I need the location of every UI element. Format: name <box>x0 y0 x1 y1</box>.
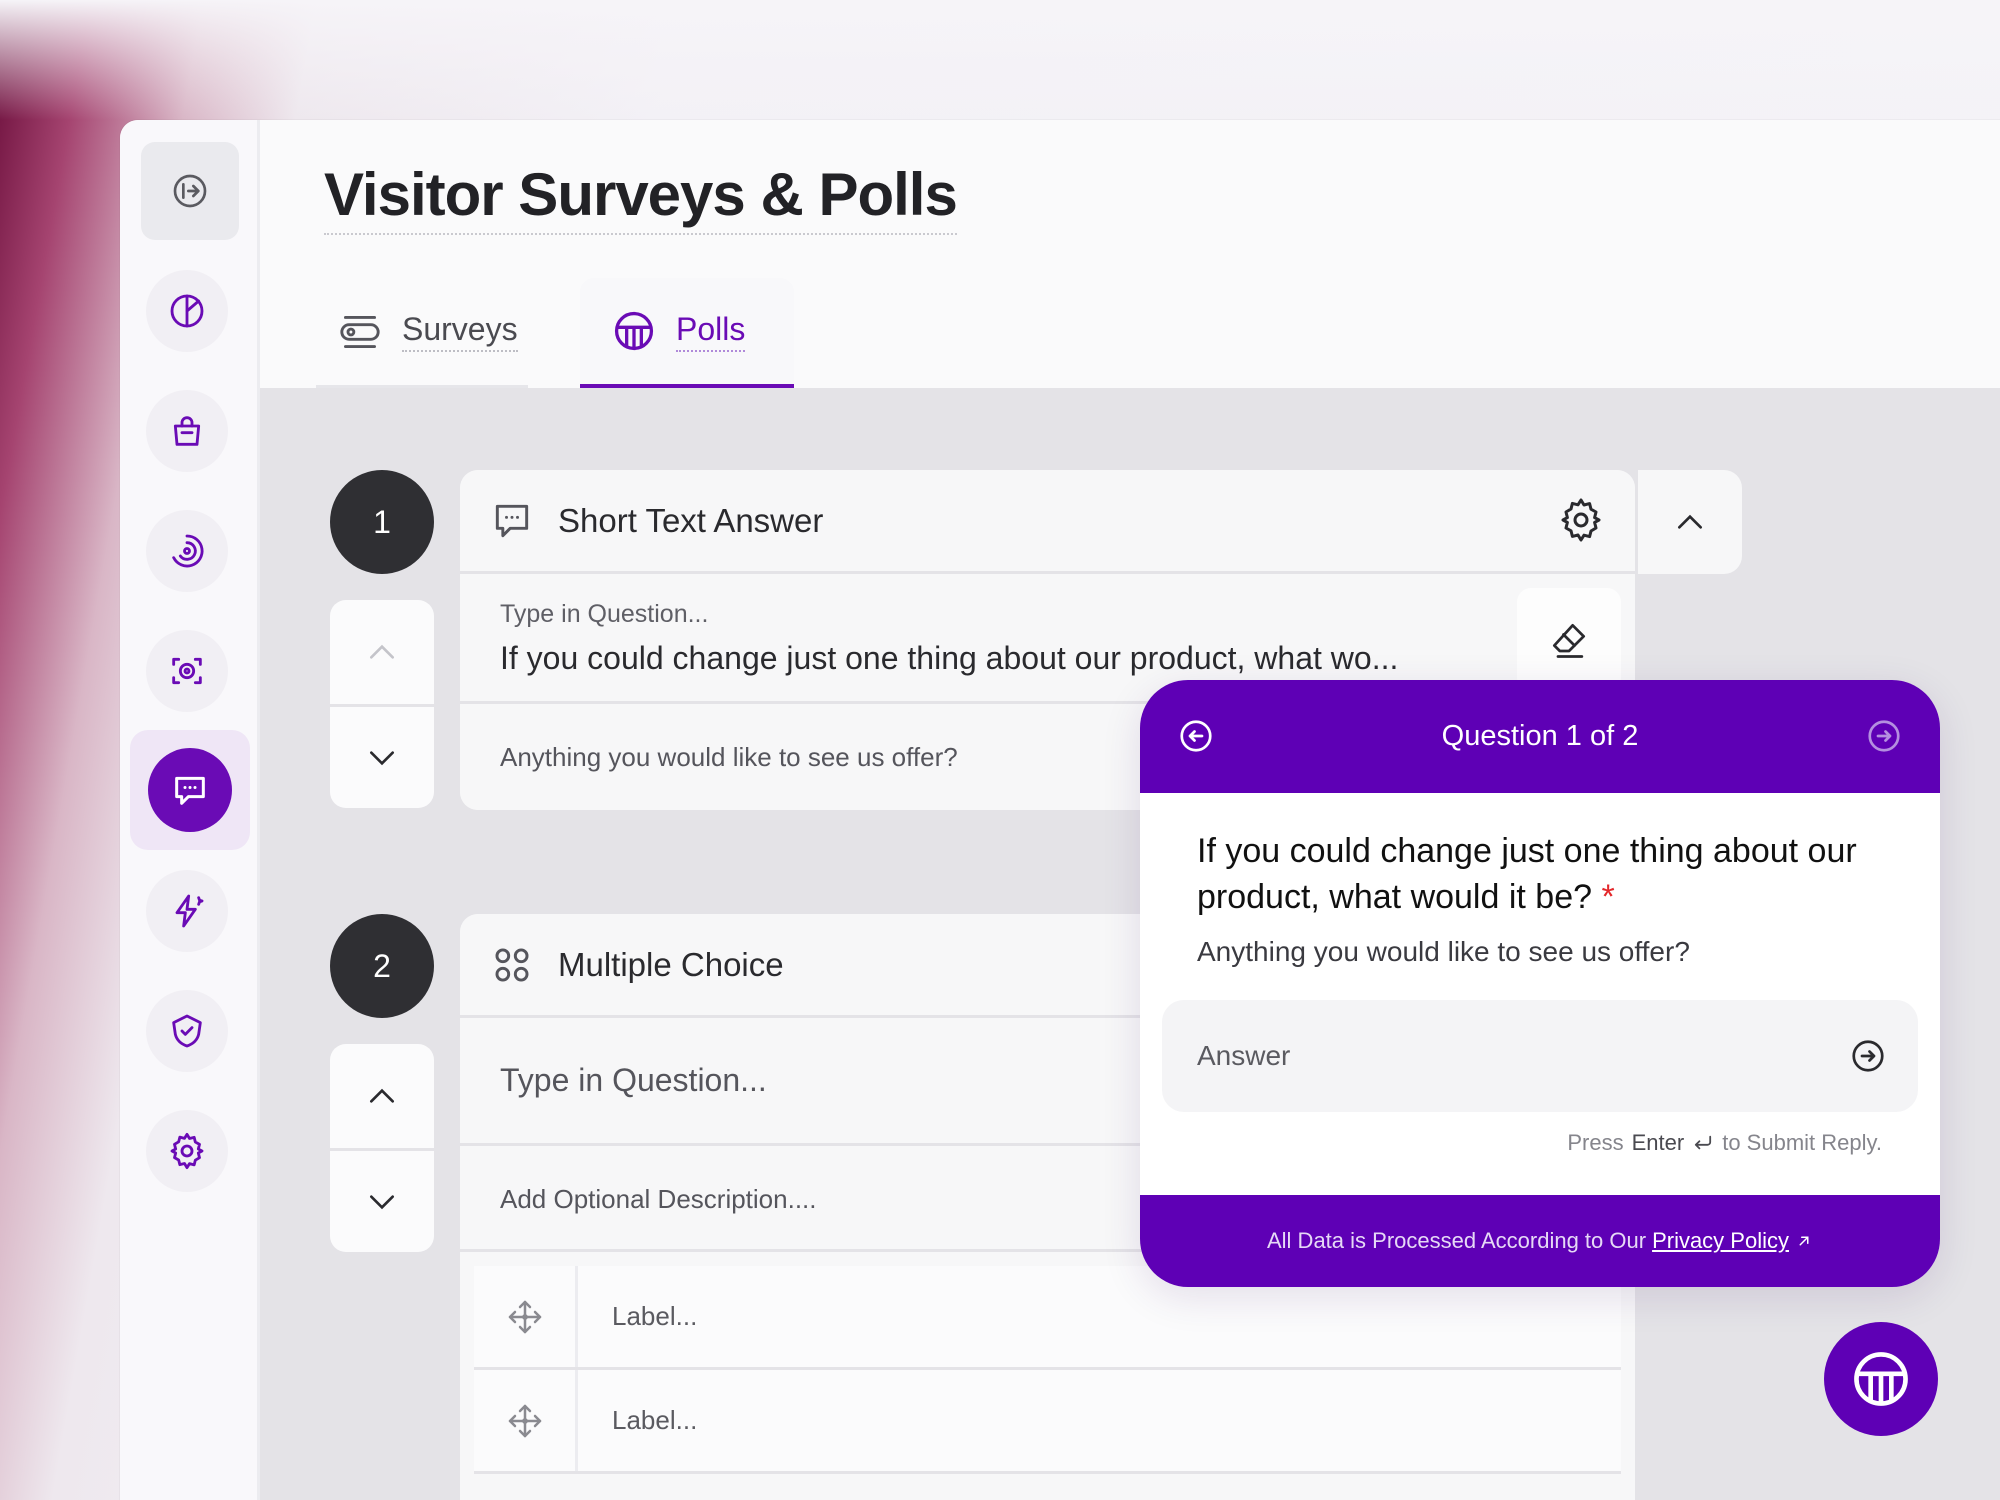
footer-text: All Data is Processed According to Our <box>1267 1228 1647 1253</box>
description-text: Anything you would like to see us offer? <box>500 742 958 772</box>
collapse-question-button[interactable] <box>1638 470 1742 574</box>
question-type-label: Short Text Answer <box>558 501 824 539</box>
submit-hint: Press Enter to Submit Reply. <box>1567 1130 1882 1156</box>
sidebar <box>120 120 260 1500</box>
preview-description: Anything you would like to see us offer? <box>1197 936 1690 967</box>
preview-question-text: If you could change just one thing about… <box>1197 832 1857 916</box>
move-down-button[interactable] <box>330 1148 434 1252</box>
question-placeholder: Type in Question... <box>500 1062 767 1098</box>
background-top <box>0 0 2000 120</box>
shopping-bag-icon <box>173 416 201 446</box>
pie-chart-icon <box>170 294 204 328</box>
tab-surveys[interactable]: Surveys <box>316 278 528 388</box>
shield-check-icon <box>172 1014 202 1048</box>
privacy-policy-link[interactable]: Privacy Policy <box>1652 1228 1789 1254</box>
external-link-icon <box>1799 1236 1809 1246</box>
required-marker: * <box>1601 878 1615 916</box>
radar-icon <box>172 534 204 568</box>
move-up-button[interactable] <box>330 600 434 704</box>
sidebar-item-security[interactable] <box>146 990 228 1072</box>
question-number-badge: 2 <box>330 914 434 1018</box>
description-placeholder: Add Optional Description.... <box>500 1184 817 1214</box>
move-arrows-icon <box>508 1300 541 1333</box>
sidebar-item-settings[interactable] <box>146 1110 228 1192</box>
submit-answer-button[interactable] <box>1850 1038 1886 1081</box>
chat-bubble-icon <box>495 504 529 537</box>
question-number-badge: 1 <box>330 470 434 574</box>
chevron-up-icon <box>1678 514 1702 529</box>
move-down-button[interactable] <box>330 704 434 808</box>
chevron-up-icon <box>370 1088 394 1103</box>
logout-icon <box>173 174 207 208</box>
toggle-icon <box>340 315 380 348</box>
page-title: Visitor Surveys & Polls <box>324 160 958 235</box>
next-question-button[interactable] <box>1866 718 1902 762</box>
tab-polls-label: Polls <box>676 311 746 352</box>
drag-handle[interactable] <box>474 1266 578 1367</box>
gear-icon <box>170 1132 204 1170</box>
arrow-left-circle-icon <box>1180 720 1212 752</box>
arrow-right-circle-icon <box>1868 720 1900 752</box>
chevron-down-icon <box>370 750 394 765</box>
gear-icon <box>1561 498 1601 542</box>
clear-question-button[interactable] <box>1517 588 1621 692</box>
poll-icon <box>1854 1352 1908 1406</box>
poll-icon <box>614 311 654 351</box>
tab-surveys-label: Surveys <box>402 311 518 352</box>
option-label: Label... <box>612 1405 698 1435</box>
sidebar-item-tracking[interactable] <box>146 510 228 592</box>
eraser-icon <box>1552 623 1586 658</box>
enter-key-icon <box>1695 1135 1712 1150</box>
question-type-label: Multiple Choice <box>558 945 784 983</box>
move-up-button[interactable] <box>330 1044 434 1148</box>
question-progress: Question 1 of 2 <box>1441 720 1639 752</box>
question-reorder-control <box>330 1044 434 1252</box>
question-text: If you could change just one thing about… <box>500 640 1399 676</box>
poll-launcher-button[interactable] <box>1824 1322 1938 1436</box>
preview-question: If you could change just one thing about… <box>1197 828 1877 920</box>
question-reorder-control <box>330 600 434 808</box>
sidebar-item-automation[interactable] <box>146 870 228 952</box>
previous-question-button[interactable] <box>1178 718 1214 762</box>
poll-preview-widget: Question 1 of 2 If you could change just… <box>1140 680 1940 1287</box>
focus-eye-icon <box>172 657 202 685</box>
preview-header: Question 1 of 2 <box>1140 680 1940 793</box>
hint-post: to Submit Reply. <box>1722 1130 1882 1155</box>
chat-bubble-icon <box>175 776 205 805</box>
option-row[interactable]: Label... <box>474 1370 1621 1474</box>
answer-input[interactable]: Answer <box>1162 1000 1918 1112</box>
chevron-down-icon <box>370 1194 394 1209</box>
sidebar-item-recordings[interactable] <box>146 630 228 712</box>
hint-pre: Press <box>1567 1130 1624 1155</box>
question-settings-button[interactable] <box>1557 496 1605 552</box>
grid-options-icon <box>495 947 529 982</box>
drag-handle[interactable] <box>474 1370 578 1471</box>
sparkle-bolt-icon <box>175 894 204 928</box>
sidebar-item-surveys[interactable] <box>130 730 250 850</box>
hint-key: Enter <box>1631 1130 1685 1155</box>
privacy-footer: All Data is Processed According to Our P… <box>1140 1195 1940 1287</box>
sidebar-active-indicator <box>148 748 232 832</box>
sidebar-item-shop[interactable] <box>146 390 228 472</box>
answer-placeholder: Answer <box>1197 1040 1291 1071</box>
option-label: Label... <box>612 1301 698 1331</box>
move-arrows-icon <box>508 1404 541 1437</box>
question-field-label: Type in Question... <box>500 600 709 628</box>
page-header: Visitor Surveys & Polls Surveys Polls <box>260 120 2000 388</box>
arrow-right-circle-icon <box>1852 1040 1884 1072</box>
tab-polls[interactable]: Polls <box>580 278 794 388</box>
sidebar-item-exit[interactable] <box>141 142 239 240</box>
question-card-header: Short Text Answer <box>460 470 1635 574</box>
chevron-up-icon <box>370 644 394 659</box>
sidebar-item-analytics[interactable] <box>146 270 228 352</box>
